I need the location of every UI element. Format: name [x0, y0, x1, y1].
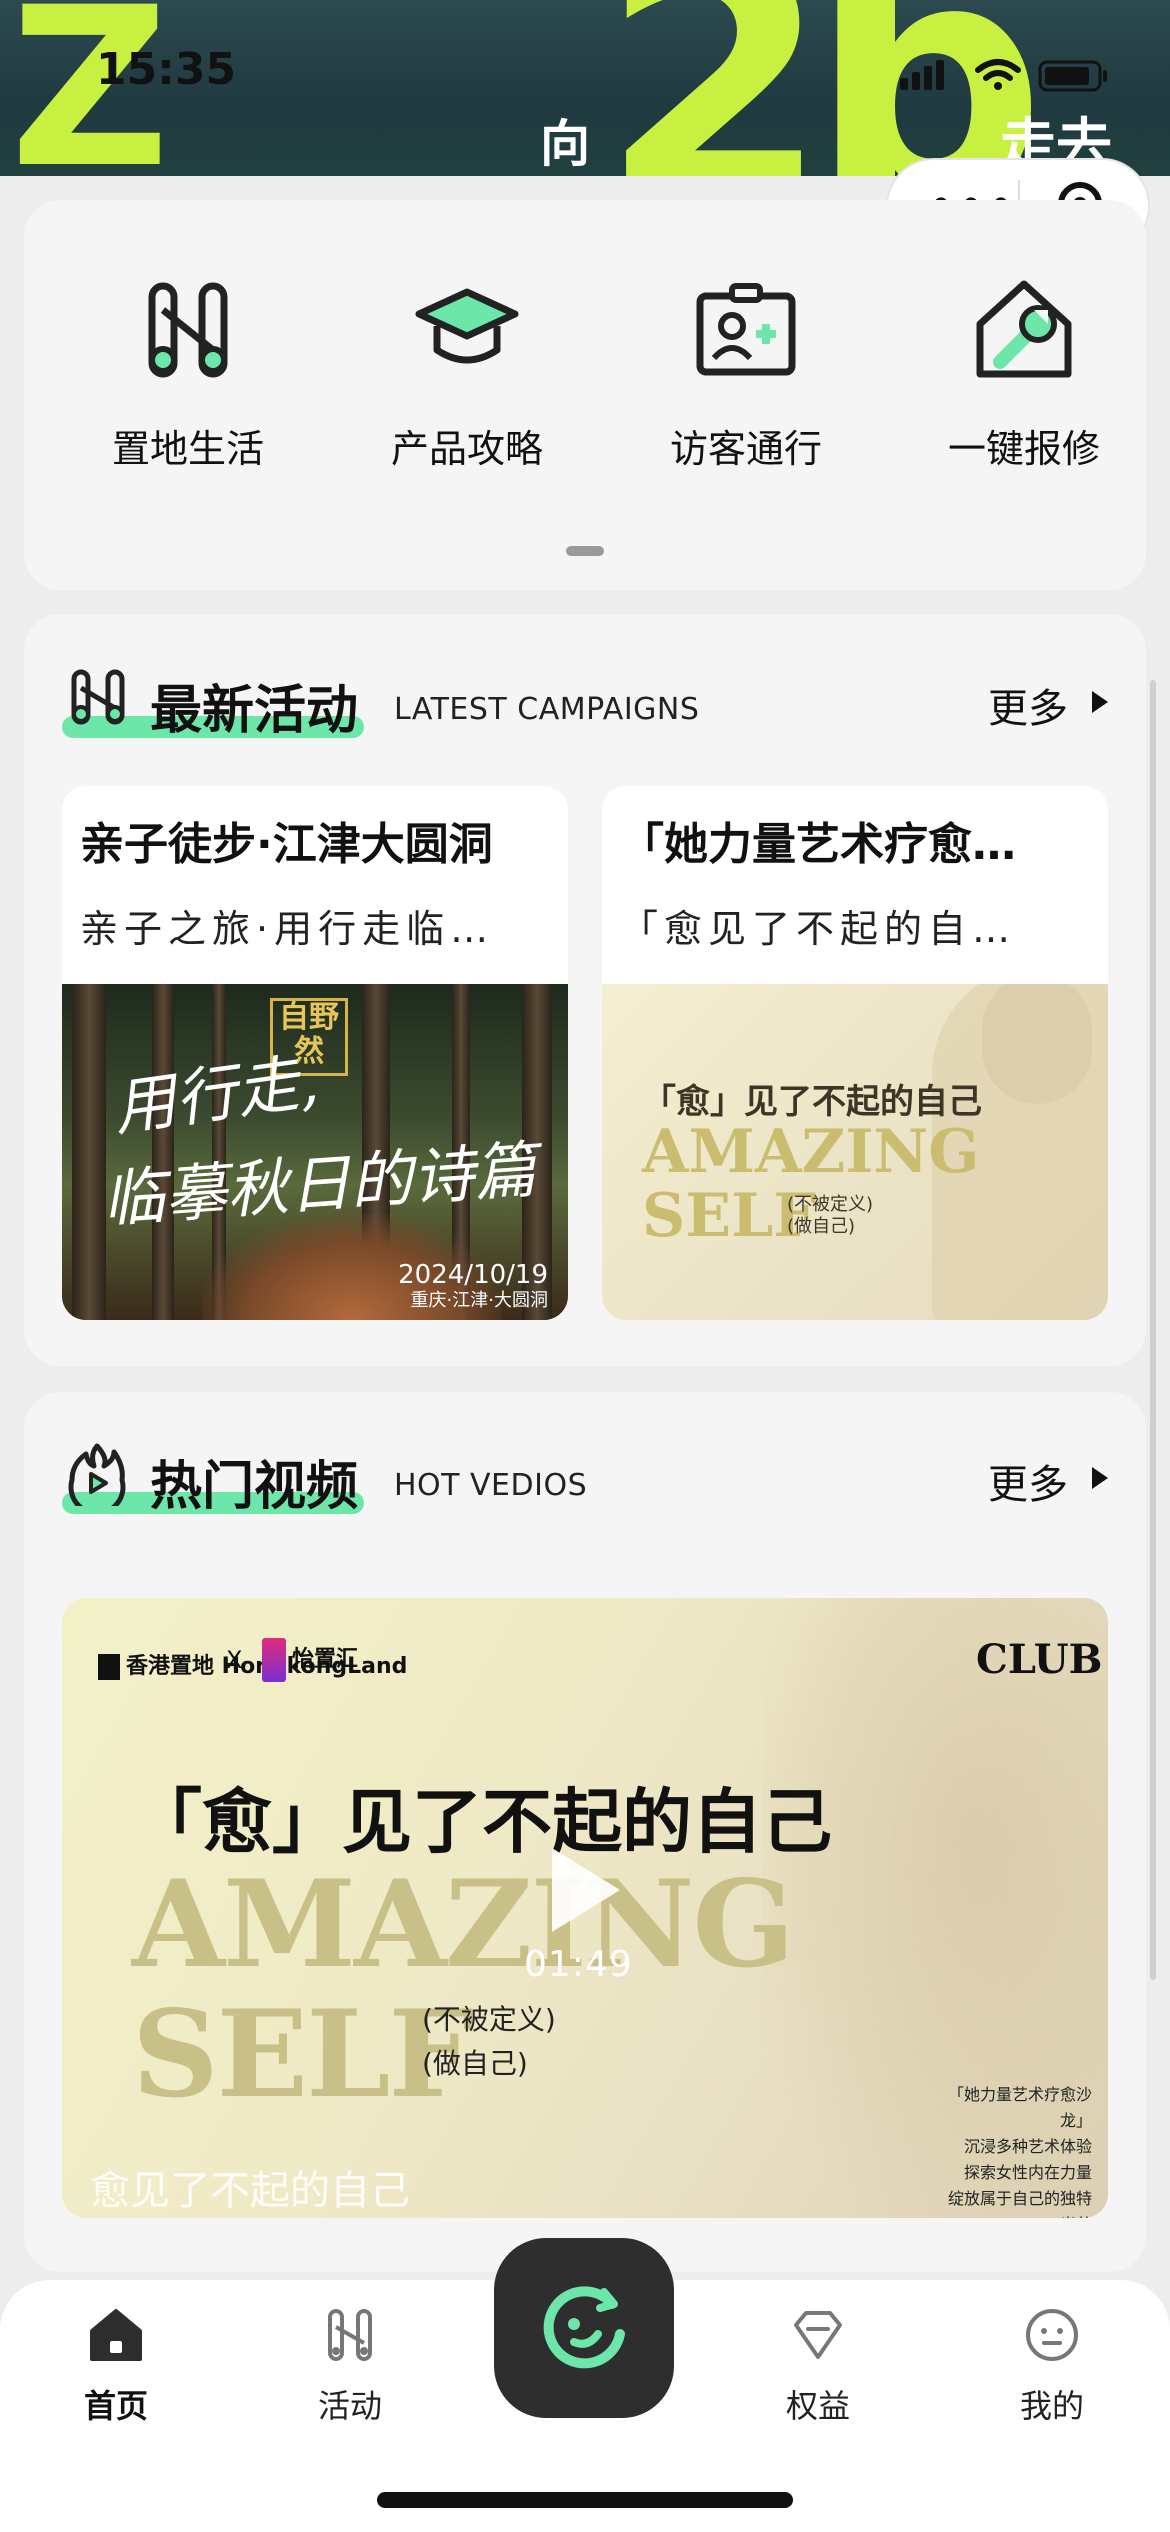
campaigns-subtitle: LATEST CAMPAIGNS [394, 692, 700, 727]
campaign-title: 亲子徒步·江津大圆洞 [80, 819, 493, 870]
quick-action-label: 一键报修 [947, 427, 1100, 471]
video-duration: 01:49 [524, 1944, 633, 1985]
video-card[interactable]: 香港置地 HongkongLand X 怡置汇 CLUB 「愈」见了不起的自己 … [62, 1598, 1108, 2218]
tab-label: 我的 [1019, 2387, 1084, 2425]
repair-wrench-icon [976, 280, 1072, 378]
profile-icon [1026, 2309, 1078, 2361]
video-caption: 愈见了不起的自己 [90, 2168, 410, 2214]
campaign-desc: 「愈见了不起的自… [620, 907, 1017, 951]
quick-action-visitor[interactable]: 访客通行 [636, 270, 856, 473]
play-icon[interactable] [552, 1848, 620, 1932]
campaign-desc: 亲子之旅·用行走临… [80, 907, 495, 951]
graduation-cap-icon [415, 288, 519, 364]
quick-actions-card: 置地生活 产品攻略 访客通行 一键报修 [24, 200, 1146, 590]
campaign-card[interactable]: 亲子徒步·江津大圆洞 亲子之旅·用行走临… 自野然 用行走, 临摹秋日的诗篇 2… [62, 786, 568, 1320]
center-action-button[interactable] [494, 2238, 674, 2418]
status-time: 15:35 [96, 44, 237, 95]
campaigns-more-link[interactable]: 更多 [988, 676, 1068, 734]
signal-icon [900, 60, 944, 90]
hongkongland-logo: 香港置地 HongkongLand [98, 1648, 407, 1680]
battery-icon [1038, 60, 1107, 92]
tab-label: 首页 [83, 2387, 148, 2425]
campaign-image-place: 重庆·江津·大圆洞 [410, 1290, 548, 1311]
brand-h-icon [71, 669, 125, 725]
video-notes: 「她力量艺术疗愈沙龙」 沉浸多种艺术体验 探索女性内在力量 绽放属于自己的独特光… [947, 2085, 1092, 2218]
quick-action-life[interactable]: 置地生活 [78, 270, 298, 473]
visitor-pass-icon [696, 283, 796, 376]
campaign-image-line1: 用行走, [108, 1043, 323, 1145]
campaign-image-line1: 「愈」见了不起的自己 [642, 1082, 982, 1122]
cobrand-x: X [226, 1646, 243, 1674]
videos-subtitle: HOT VEDIOS [394, 1468, 588, 1503]
arrow-right-icon [1092, 1467, 1108, 1489]
arrow-right-icon [1092, 691, 1108, 713]
partner-logo: 怡置汇 [262, 1638, 358, 1682]
campaign-image: 「愈」见了不起的自己 AMAZING SELF (不被定义) (做自己) [602, 984, 1108, 1320]
video-headline: 「愈」见了不起的自己 [132, 1780, 832, 1863]
quick-action-label: 置地生活 [111, 427, 264, 471]
campaign-card[interactable]: 「她力量艺术疗愈… 「愈见了不起的自… 「愈」见了不起的自己 AMAZING S… [602, 786, 1108, 1320]
campaigns-title: 最新活动 [150, 681, 359, 741]
quick-action-label: 产品攻略 [390, 427, 543, 471]
campaign-title: 「她力量艺术疗愈… [620, 819, 1016, 870]
quick-action-repair[interactable]: 一键报修 [914, 270, 1134, 473]
quick-action-label: 访客通行 [669, 427, 822, 471]
activity-icon [328, 2309, 372, 2361]
videos-more-link[interactable]: 更多 [988, 1452, 1068, 1510]
campaign-image: 自野然 用行走, 临摹秋日的诗篇 2024/10/19 重庆·江津·大圆洞 [62, 984, 568, 1320]
tab-home[interactable]: 首页 [36, 2305, 196, 2427]
diamond-icon [794, 2311, 842, 2359]
home-icon [90, 2309, 142, 2361]
tab-label: 活动 [317, 2387, 382, 2425]
tab-activity[interactable]: 活动 [270, 2305, 430, 2427]
banner-text-left: 向 [540, 115, 590, 173]
club-logo: CLUB [976, 1636, 1103, 1683]
campaign-image-paren: (不被定义) (做自己) [787, 1194, 874, 1237]
tab-benefits[interactable]: 权益 [738, 2305, 898, 2427]
wifi-icon [975, 59, 1021, 81]
brand-h-icon [148, 282, 228, 378]
status-icons [900, 59, 1107, 92]
videos-title: 热门视频 [150, 1457, 359, 1517]
video-paren-text: (不被定义) (做自己) [422, 2003, 556, 2080]
scrollbar[interactable] [1150, 680, 1156, 1980]
flame-play-icon [68, 1443, 126, 1506]
home-indicator[interactable] [377, 2492, 793, 2508]
tab-mine[interactable]: 我的 [972, 2305, 1132, 2427]
page-indicator [566, 546, 604, 556]
quick-action-guide[interactable]: 产品攻略 [357, 270, 577, 473]
tab-label: 权益 [785, 2387, 850, 2425]
smile-refresh-icon [543, 2286, 625, 2369]
